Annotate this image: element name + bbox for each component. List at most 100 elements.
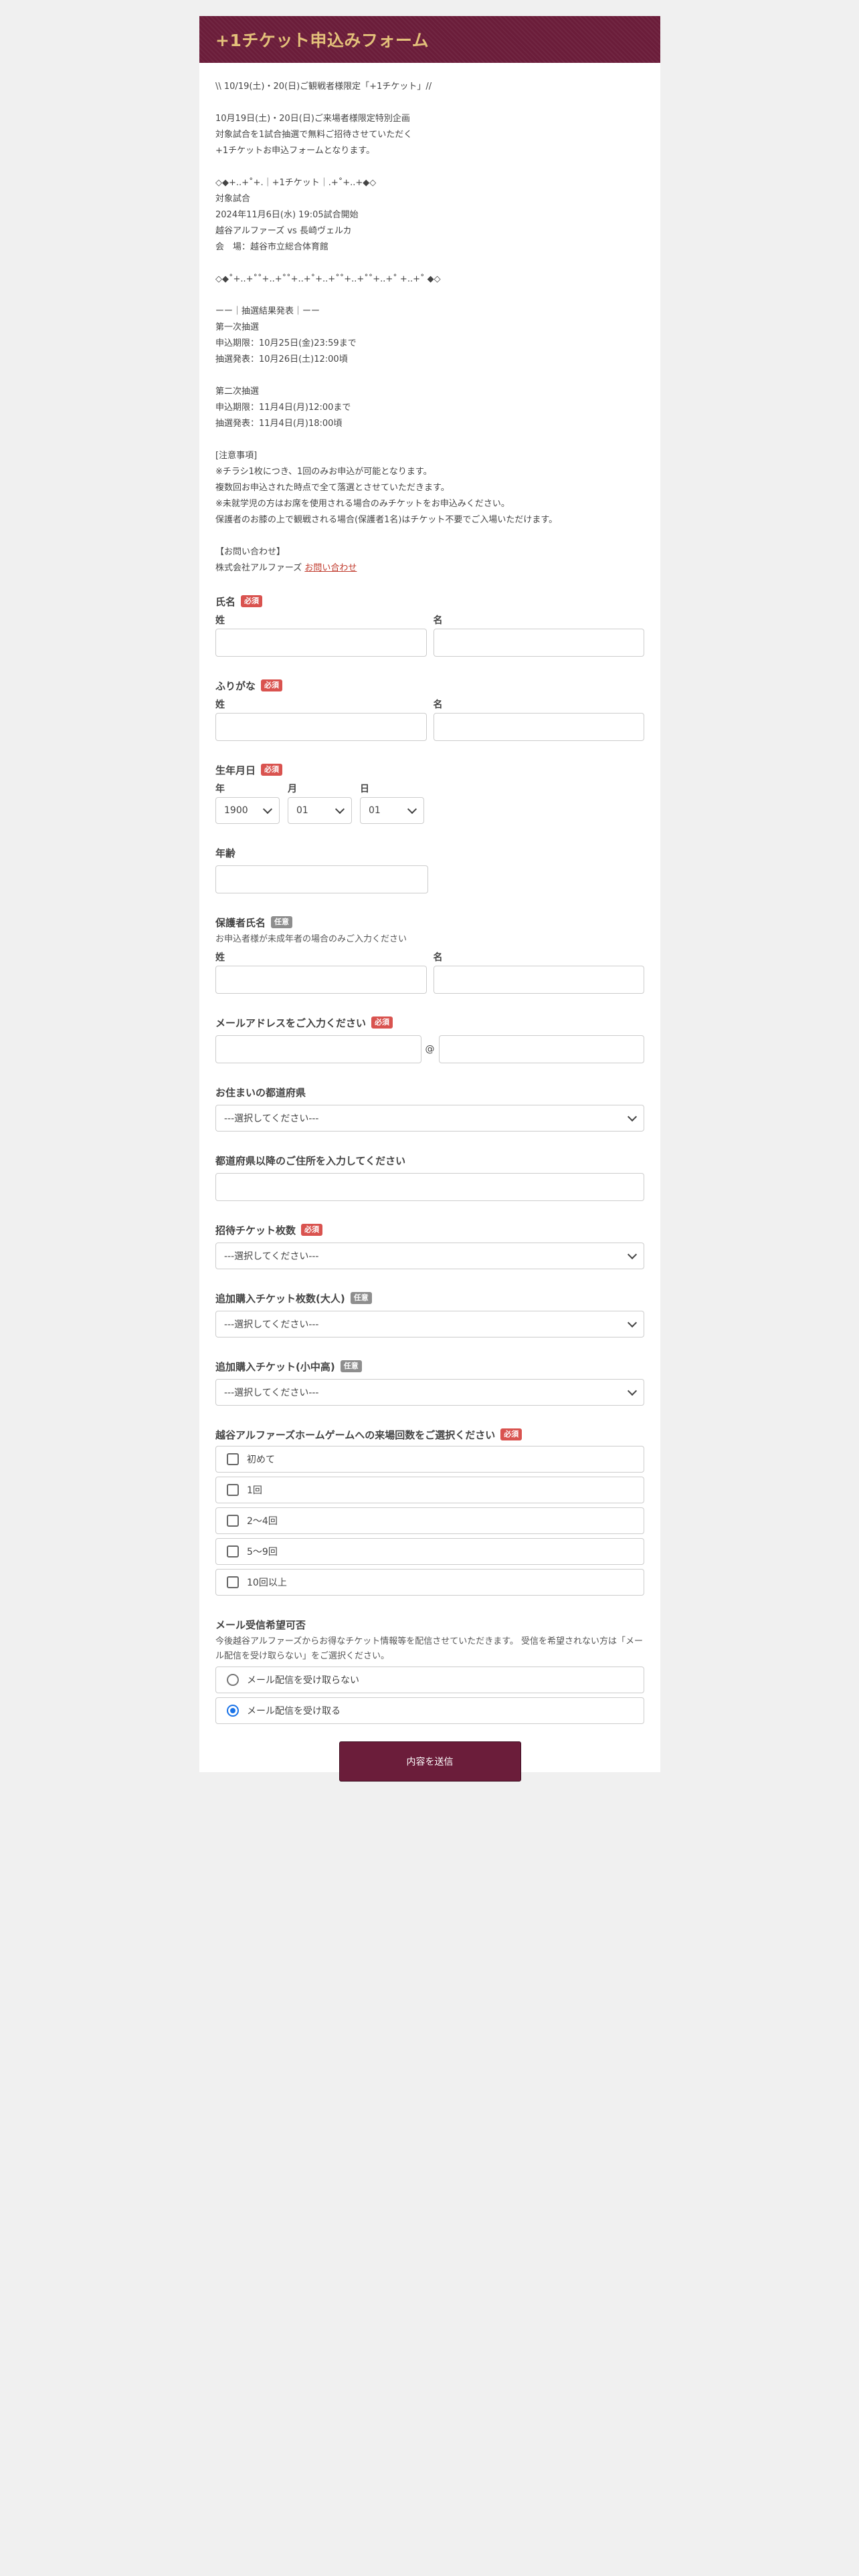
email-local-input[interactable] bbox=[215, 1035, 421, 1063]
form-sheet: +1チケット申込みフォーム \\ 10/19(土)・20(日)ご観戦者様限定「+… bbox=[199, 16, 660, 1782]
dob-field: 生年月日 必須 年 1900 月 01 日 01 bbox=[215, 761, 644, 824]
visits-option-label: 5〜9回 bbox=[247, 1547, 278, 1558]
intro-line: 対象試合を1試合抽選で無料ご招待させていただく bbox=[215, 130, 413, 140]
visits-label-text: 越谷アルファーズホームゲームへの来場回数をご選択ください bbox=[215, 1428, 496, 1441]
age-input[interactable] bbox=[215, 865, 428, 893]
intro-line: ※チラシ1枚につき、1回のみお申込が可能となります。 bbox=[215, 467, 432, 477]
day-value: 01 bbox=[369, 805, 381, 816]
last-kana-label: 姓 bbox=[215, 700, 225, 710]
address-label: 都道府県以降のご住所を入力してください bbox=[215, 1152, 644, 1169]
intro-line: ◇◆˚+..+˚˚+..+˚˚+..+˚+..+˚˚+..+˚˚+..+˚ +.… bbox=[215, 274, 441, 284]
visits-option-label: 10回以上 bbox=[247, 1578, 287, 1588]
visits-option-label: 2〜4回 bbox=[247, 1516, 278, 1527]
guardian-first-input[interactable] bbox=[433, 966, 644, 994]
last-kana-input[interactable] bbox=[215, 713, 427, 741]
radio-button-selected[interactable] bbox=[227, 1705, 239, 1717]
required-badge: 必須 bbox=[301, 1224, 323, 1236]
intro-line bbox=[215, 528, 644, 544]
first-kana-input[interactable] bbox=[433, 713, 644, 741]
radio-button[interactable] bbox=[227, 1674, 239, 1686]
mail-option-decline[interactable]: メール配信を受け取らない bbox=[215, 1667, 644, 1693]
checkbox[interactable] bbox=[227, 1515, 239, 1527]
at-sign: @ bbox=[425, 1044, 435, 1055]
chevron-down-icon bbox=[407, 804, 417, 815]
prefecture-label: お住まいの都道府県 bbox=[215, 1083, 644, 1101]
visits-option-label: 1回 bbox=[247, 1485, 262, 1496]
checkbox[interactable] bbox=[227, 1576, 239, 1588]
intro-line: 対象試合 bbox=[215, 194, 251, 204]
contact-line: 株式会社アルファーズ お問い合わせ bbox=[215, 560, 644, 576]
mail-option-accept[interactable]: メール配信を受け取る bbox=[215, 1697, 644, 1724]
dob-label: 生年月日 必須 bbox=[215, 761, 644, 778]
required-badge: 必須 bbox=[261, 679, 283, 691]
visits-option-5-9[interactable]: 5〜9回 bbox=[215, 1538, 644, 1565]
intro-line: +1チケットお申込フォームとなります。 bbox=[215, 146, 375, 156]
guardian-last-input[interactable] bbox=[215, 966, 427, 994]
visits-option-first[interactable]: 初めて bbox=[215, 1446, 644, 1473]
mail-label: メール受信希望可否 bbox=[215, 1616, 644, 1633]
intro-line: \\ 10/19(土)・20(日)ご観戦者様限定「+1チケット」// bbox=[215, 82, 432, 92]
required-badge: 必須 bbox=[371, 1016, 393, 1029]
email-domain-input[interactable] bbox=[438, 1035, 644, 1063]
intro-line: 【お問い合わせ】 bbox=[215, 547, 286, 557]
intro-line: 2024年11月6日(水) 19:05試合開始 bbox=[215, 210, 359, 220]
address-input[interactable] bbox=[215, 1173, 644, 1201]
extra-adult-select[interactable]: ---選択してください--- bbox=[215, 1311, 644, 1337]
extra-child-select[interactable]: ---選択してください--- bbox=[215, 1379, 644, 1406]
submit-button[interactable]: 内容を送信 bbox=[339, 1741, 521, 1782]
mail-option-label: メール配信を受け取る bbox=[247, 1706, 341, 1717]
form-title: +1チケット申込みフォーム bbox=[215, 31, 430, 50]
visits-option-10plus[interactable]: 10回以上 bbox=[215, 1569, 644, 1596]
last-name-input[interactable] bbox=[215, 629, 427, 657]
checkbox[interactable] bbox=[227, 1545, 239, 1558]
chevron-down-icon bbox=[335, 804, 345, 815]
last-name-label: 姓 bbox=[215, 615, 225, 626]
dob-label-text: 生年月日 bbox=[215, 764, 256, 776]
mail-label-text: メール受信希望可否 bbox=[215, 1618, 306, 1631]
intro-line bbox=[215, 288, 644, 304]
year-value: 1900 bbox=[224, 805, 248, 816]
visits-option-2-4[interactable]: 2〜4回 bbox=[215, 1507, 644, 1534]
age-label: 年齢 bbox=[215, 844, 644, 861]
guardian-label-text: 保護者氏名 bbox=[215, 916, 266, 929]
day-label: 日 bbox=[360, 784, 369, 794]
intro-line bbox=[215, 159, 644, 175]
prefecture-select[interactable]: ---選択してください--- bbox=[215, 1105, 644, 1132]
prefecture-field: お住まいの都道府県 ---選択してください--- bbox=[215, 1083, 644, 1132]
chevron-down-icon bbox=[627, 1249, 638, 1260]
address-label-text: 都道府県以降のご住所を入力してください bbox=[215, 1154, 406, 1167]
guardian-note: お申込者様が未成年者の場合のみご入力ください bbox=[215, 934, 407, 944]
intro-line: 第一次抽選 bbox=[215, 322, 260, 332]
mail-option-label: メール配信を受け取らない bbox=[247, 1675, 359, 1686]
intro-line: 抽選発表：11月4日(月)18:00頃 bbox=[215, 419, 343, 429]
extra-adult-label-text: 追加購入チケット枚数(大人) bbox=[215, 1292, 345, 1305]
tickets-field: 招待チケット枚数 必須 ---選択してください--- bbox=[215, 1221, 644, 1269]
required-badge: 必須 bbox=[241, 595, 263, 607]
required-badge: 必須 bbox=[261, 764, 283, 776]
email-field: メールアドレスをご入力ください 必須 @ bbox=[215, 1014, 644, 1063]
checkbox[interactable] bbox=[227, 1453, 239, 1465]
intro-line bbox=[215, 95, 644, 111]
intro-line: 抽選発表：10月26日(土)12:00頃 bbox=[215, 354, 348, 364]
day-select[interactable]: 01 bbox=[360, 797, 424, 824]
kana-label: ふりがな 必須 bbox=[215, 677, 644, 694]
intro-line: 10月19日(土)・20日(日)ご来場者様限定特別企画 bbox=[215, 114, 410, 124]
visits-option-1[interactable]: 1回 bbox=[215, 1477, 644, 1503]
intro-line bbox=[215, 432, 644, 448]
contact-link[interactable]: お問い合わせ bbox=[304, 563, 357, 573]
year-label: 年 bbox=[215, 784, 225, 794]
intro-line: ※未就学児の方はお席を使用される場合のみチケットをお申込みください。 bbox=[215, 499, 510, 509]
intro-line: 第二次抽選 bbox=[215, 387, 260, 397]
extra-adult-value: ---選択してください--- bbox=[224, 1319, 319, 1330]
first-name-input[interactable] bbox=[433, 629, 644, 657]
form-header: +1チケット申込みフォーム bbox=[199, 16, 660, 63]
guardian-label: 保護者氏名 任意 bbox=[215, 914, 644, 931]
optional-badge: 任意 bbox=[271, 916, 293, 928]
month-select[interactable]: 01 bbox=[288, 797, 352, 824]
checkbox[interactable] bbox=[227, 1484, 239, 1496]
extra-adult-field: 追加購入チケット枚数(大人) 任意 ---選択してください--- bbox=[215, 1289, 644, 1337]
year-select[interactable]: 1900 bbox=[215, 797, 280, 824]
intro-line: 申込期限：11月4日(月)12:00まで bbox=[215, 403, 351, 413]
tickets-select[interactable]: ---選択してください--- bbox=[215, 1243, 644, 1269]
chevron-down-icon bbox=[627, 1317, 638, 1328]
